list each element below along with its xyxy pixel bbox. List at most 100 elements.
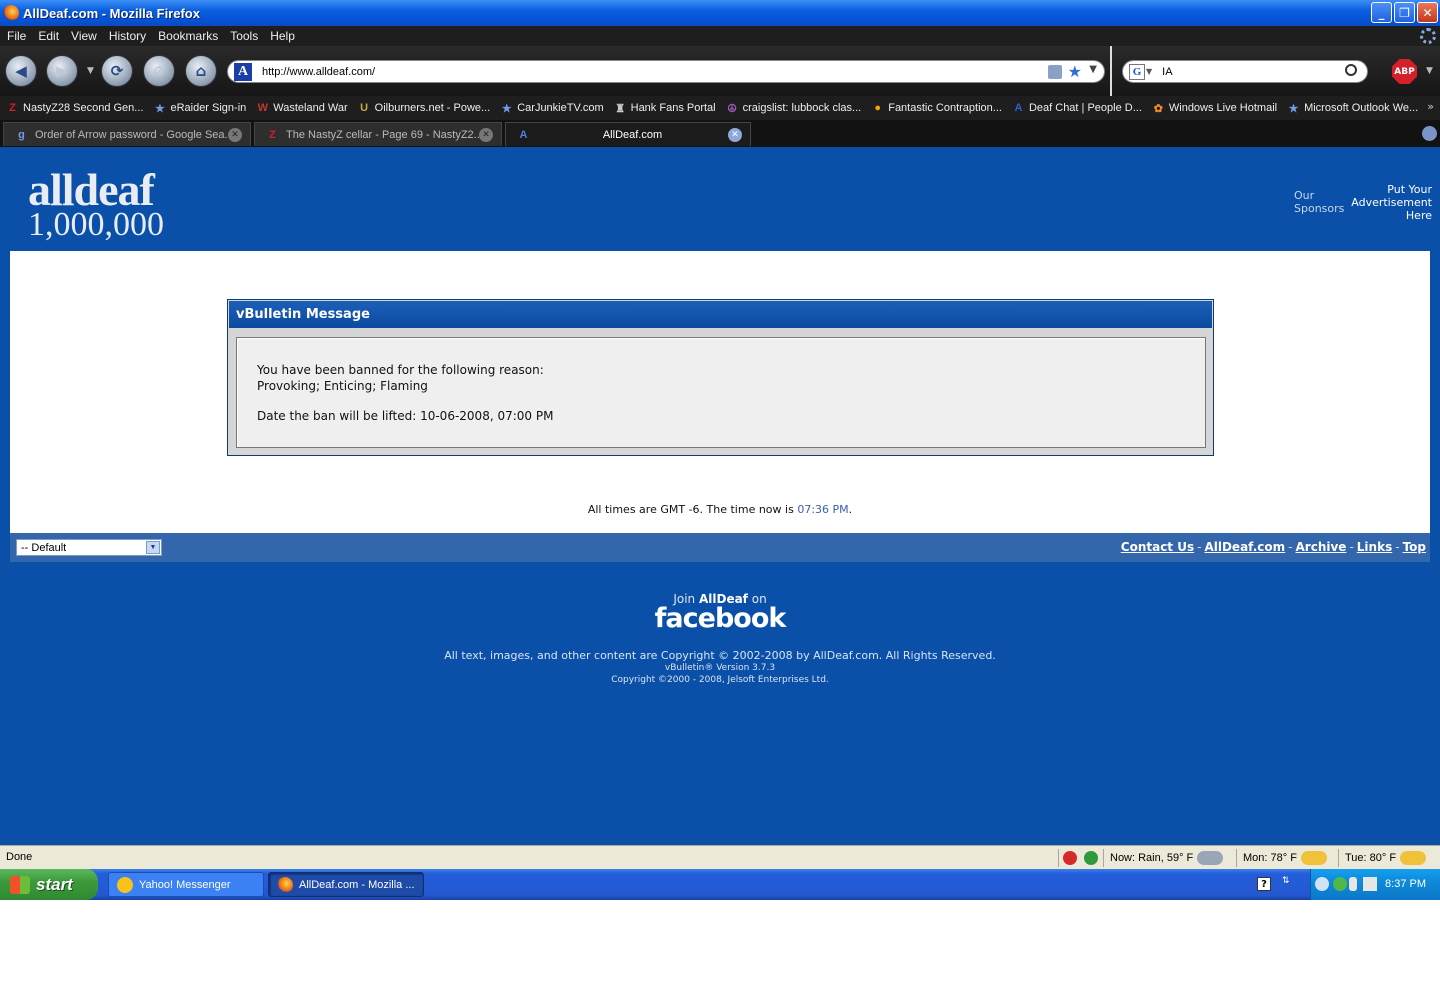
contact-us-link[interactable]: Contact Us [1121,540,1194,554]
bookmark-item[interactable]: ★ Microsoft Outlook We... [1286,101,1419,116]
status-ok-icon[interactable] [1084,851,1098,865]
weather-monday[interactable]: Mon: 78° F [1243,851,1327,865]
bookmark-item[interactable]: U Oilburners.net - Powe... [357,101,490,116]
tab-list-icon[interactable] [1422,126,1437,141]
vbulletin-message-panel: vBulletin Message You have been banned f… [227,299,1214,456]
bookmark-favicon-icon: Z [9,102,16,114]
status-bar: Done Now: Rain, 59° F Mon: 78° F Tue: 80… [0,845,1440,869]
bookmarks-toolbar: Z NastyZ28 Second Gen... ★ eRaider Sign-in W… [0,96,1440,120]
alldeaf-link[interactable]: AllDeaf.com [1204,540,1285,554]
links-link[interactable]: Links [1357,540,1392,554]
ban-reason-text: Provoking; Enticing; Flaming [257,379,428,393]
adblock-dropdown-icon[interactable]: ▼ [1426,66,1433,76]
tab-nastyz-cellar[interactable]: Z The NastyZ cellar - Page 69 - NastyZ2.… [254,122,502,146]
minimize-button[interactable]: _ [1371,2,1392,23]
archive-link[interactable]: Archive [1296,540,1347,554]
ban-reason-label: You have been banned for the following r… [257,363,544,377]
bookmark-item[interactable]: W Wasteland War [255,101,348,116]
close-button[interactable]: ✕ [1417,2,1438,23]
bookmark-star-icon[interactable]: ★ [1068,62,1082,81]
content-area: vBulletin Message You have been banned f… [10,251,1430,533]
bookmark-item[interactable]: ☮ craigslist: lubbock clas... [725,101,862,116]
back-arrow-icon: ◀ [15,62,27,80]
yahoo-messenger-icon [117,876,133,893]
microphone-icon[interactable] [1349,877,1357,891]
advertisement-link[interactable]: Put Your Advertisement Here [1340,183,1432,222]
url-input[interactable]: http://www.alldeaf.com/ [262,66,375,78]
reload-button[interactable]: ⟳ [101,55,133,87]
menu-view[interactable]: View [71,29,97,43]
weather-tuesday[interactable]: Tue: 80° F [1345,851,1427,865]
start-label: start [36,874,73,894]
bookmark-label: Hank Fans Portal [630,102,716,114]
home-button[interactable]: ⌂ [185,55,217,87]
menu-file[interactable]: File [7,29,26,43]
search-engine-dropdown-icon[interactable]: ▼ [1146,67,1152,76]
firefox-icon [277,876,293,893]
bookmark-item[interactable]: A Deaf Chat | People D... [1011,101,1141,116]
search-engine-icon[interactable]: G [1129,63,1145,80]
taskbar-yahoo-messenger[interactable]: Yahoo! Messenger [108,872,264,897]
search-bar[interactable]: G ▼ IA [1122,60,1368,83]
menu-tools[interactable]: Tools [230,29,258,43]
web-page: alldeaf 1,000,000 Our Sponsors Put Your … [0,147,1440,845]
forward-button[interactable]: ▶ [46,55,78,87]
firefox-icon [3,5,19,21]
history-dropdown-icon[interactable]: ▼ [87,66,94,76]
search-input[interactable]: IA [1162,66,1172,78]
system-tray: 8:37 PM [1310,869,1440,900]
adblock-icon[interactable]: ABP [1392,59,1417,84]
toolbar-separator [1110,46,1112,96]
message-body: You have been banned for the following r… [236,337,1206,448]
back-button[interactable]: ◀ [5,55,37,87]
weather-now[interactable]: Now: Rain, 59° F [1110,851,1224,865]
top-link[interactable]: Top [1403,540,1426,554]
site-favicon-icon: A [234,62,252,81]
tab-bar: g Order of Arrow password - Google Sea..… [0,120,1440,147]
back-arrow-tray-icon[interactable] [1315,877,1329,891]
restore-button[interactable]: ❐ [1394,2,1415,23]
menu-help[interactable]: Help [270,29,295,43]
bookmark-label: NastyZ28 Second Gen... [23,102,144,114]
stop-button[interactable]: ⊘ [143,55,175,87]
logo-member-count: 1,000,000 [28,206,164,243]
bookmark-favicon-icon: ♜ [615,102,626,115]
windows-taskbar: start Yahoo! Messenger AllDeaf.com - Moz… [0,869,1440,900]
ban-lift-date: Date the ban will be lifted: 10-06-2008,… [257,409,554,423]
tab-alldeaf[interactable]: A AllDeaf.com ✕ [505,122,751,146]
taskbar-firefox[interactable]: AllDeaf.com - Mozilla ... [268,872,424,897]
start-button[interactable]: start [0,869,98,900]
tab-google-search[interactable]: g Order of Arrow password - Google Sea..… [3,122,251,146]
bookmark-item[interactable]: ✿ Windows Live Hotmail [1151,101,1277,116]
bookmark-item[interactable]: ♜ Hank Fans Portal [613,101,716,116]
language-bar-restore-icon[interactable]: ⇅ [1282,876,1290,886]
bookmark-item[interactable]: ● Fantastic Contraption... [870,101,1002,116]
bookmarks-overflow-icon[interactable]: » [1427,100,1434,113]
message-header: vBulletin Message [229,301,1212,328]
menu-history[interactable]: History [109,29,146,43]
menu-edit[interactable]: Edit [38,29,59,43]
tab-close-icon[interactable]: ✕ [728,127,742,142]
bookmark-label: craigslist: lubbock clas... [742,102,862,114]
search-icon[interactable] [1345,64,1357,76]
facebook-logo[interactable]: facebook [0,603,1440,634]
window-titlebar[interactable]: AllDeaf.com - Mozilla Firefox _ ❐ ✕ [0,0,1440,26]
site-logo[interactable]: alldeaf 1,000,000 [28,167,164,243]
bookmark-item[interactable]: Z NastyZ28 Second Gen... [5,101,143,116]
tab-close-icon[interactable]: ✕ [228,127,242,142]
style-select[interactable]: -- Default ▼ [16,539,162,556]
url-bar[interactable]: A http://www.alldeaf.com/ ★ ▼ [227,60,1105,83]
menu-bookmarks[interactable]: Bookmarks [158,29,218,43]
tab-close-icon[interactable]: ✕ [479,127,493,142]
messenger-tray-icon[interactable] [1333,877,1347,891]
bookmark-label: CarJunkieTV.com [517,102,604,114]
help-icon[interactable]: ? [1257,877,1271,891]
error-icon[interactable] [1063,851,1077,865]
bookmark-item[interactable]: ★ eRaider Sign-in [152,101,246,116]
chevron-down-icon[interactable]: ▼ [146,541,160,554]
url-dropdown-icon[interactable]: ▼ [1089,64,1097,75]
rss-feed-icon[interactable] [1048,65,1062,79]
bookmark-item[interactable]: ★ CarJunkieTV.com [499,101,604,116]
forward-arrow-icon: ▶ [56,62,68,80]
network-icon[interactable] [1363,877,1377,891]
